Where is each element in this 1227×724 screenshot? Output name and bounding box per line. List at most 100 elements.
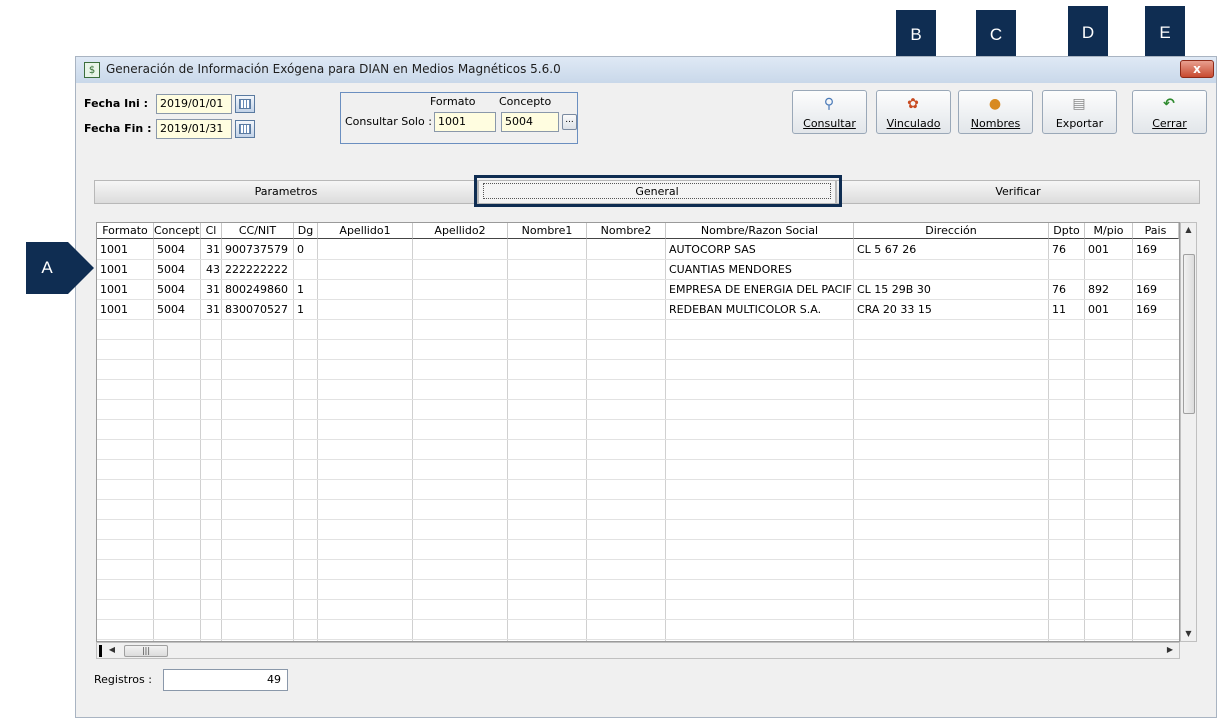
grid-row-line [97, 579, 1179, 580]
cerrar-label: Cerrar [1152, 117, 1187, 130]
grid-row-line [97, 479, 1179, 480]
column-header[interactable]: Formato [97, 223, 154, 239]
concepto-header: Concepto [499, 95, 552, 108]
fecha-fin-label: Fecha Fin : [84, 122, 152, 135]
table-cell [416, 301, 506, 319]
table-cell [590, 241, 664, 259]
grid-row-line [97, 499, 1179, 500]
table-cell [416, 281, 506, 299]
callout-e: E [1145, 6, 1185, 60]
table-cell: 11 [1052, 303, 1066, 316]
callout-b: B [896, 10, 936, 60]
column-header[interactable]: Pais [1133, 223, 1179, 239]
column-header[interactable]: Apellido2 [413, 223, 508, 239]
horizontal-scroll-thumb[interactable]: ||| [124, 645, 168, 657]
column-header[interactable]: Concepto [154, 223, 201, 239]
exportar-label: Exportar [1055, 117, 1104, 130]
scroll-up-icon[interactable]: ▲ [1181, 223, 1196, 237]
column-header[interactable]: Nombre2 [587, 223, 666, 239]
app-icon: $ [84, 62, 100, 78]
table-cell: 169 [1136, 283, 1157, 296]
grid-row-line [97, 459, 1179, 460]
table-row[interactable]: 1001 5004 31 900737579 0 AUTOCORP SAS CL 5 67 … [97, 240, 1179, 260]
consultar-solo-label: Consultar Solo : [345, 115, 432, 128]
window-title: Generación de Información Exógena para D… [106, 62, 561, 76]
column-header[interactable]: Dg [294, 223, 318, 239]
table-cell: 5004 [157, 263, 185, 276]
exportar-button[interactable]: ▤ Exportar [1042, 90, 1117, 134]
table-cell: REDEBAN MULTICOLOR S.A. [669, 303, 822, 316]
column-header[interactable]: Nombre1 [508, 223, 587, 239]
table-cell: 0 [297, 243, 304, 256]
table-row[interactable]: 1001 5004 31 800249860 1 EMPRESA DE ENERGIA D… [97, 280, 1179, 300]
grid-row-line [97, 359, 1179, 360]
column-header[interactable]: Apellido1 [318, 223, 413, 239]
fecha-ini-calendar-icon[interactable] [235, 95, 255, 113]
table-cell: 800249860 [225, 283, 288, 296]
callout-a-pointer [68, 242, 94, 294]
tab-parametros[interactable]: Parametros [94, 180, 478, 204]
grid-row-line [97, 519, 1179, 520]
fecha-fin-calendar-icon[interactable] [235, 120, 255, 138]
grid-row-line [97, 439, 1179, 440]
grid-row-line [97, 399, 1179, 400]
grid-row-line [97, 539, 1179, 540]
vertical-scrollbar[interactable]: ▲ ▼ [1180, 222, 1197, 642]
scroll-down-icon[interactable]: ▼ [1181, 627, 1196, 641]
export-printer-icon: ▤ [1072, 96, 1086, 112]
concepto-input[interactable]: 5004 [501, 112, 559, 132]
table-cell: CL 15 29B 30 [857, 283, 931, 296]
callout-c: C [976, 10, 1016, 60]
table-cell [511, 281, 585, 299]
window-close-button[interactable]: x [1180, 60, 1214, 78]
nombres-label: Nombres [970, 117, 1021, 130]
concepto-lookup-button[interactable]: ... [562, 114, 577, 130]
table-cell [297, 261, 316, 279]
fecha-ini-input[interactable]: 2019/01/01 [156, 94, 232, 114]
vertical-scroll-thumb[interactable] [1183, 254, 1195, 414]
table-cell: CUANTIAS MENDORES [669, 263, 792, 276]
table-cell: 001 [1088, 303, 1109, 316]
vinculado-label: Vinculado [886, 117, 941, 130]
table-cell: 43 [206, 263, 220, 276]
registros-label: Registros : [94, 673, 152, 686]
table-cell: CL 5 67 26 [857, 243, 917, 256]
table-cell: 31 [206, 283, 220, 296]
scroll-right-icon[interactable]: ▶ [1163, 643, 1177, 658]
column-header[interactable]: Cl [201, 223, 222, 239]
formato-header: Formato [430, 95, 476, 108]
grid-row-line [97, 619, 1179, 620]
table-cell [511, 261, 585, 279]
vinculado-button[interactable]: ✿ Vinculado [876, 90, 951, 134]
nombres-button[interactable]: ● Nombres [958, 90, 1033, 134]
formato-input[interactable]: 1001 [434, 112, 496, 132]
scroll-left-icon[interactable]: ◀ [105, 643, 119, 658]
table-row[interactable]: 1001 5004 31 830070527 1 REDEBAN MULTICOLOR S… [97, 300, 1179, 320]
table-cell: 830070527 [225, 303, 288, 316]
grid-row-line [97, 559, 1179, 560]
column-header[interactable]: M/pio [1085, 223, 1133, 239]
column-header[interactable]: Dpto [1049, 223, 1085, 239]
records-grid[interactable]: FormatoConceptoClCC/NITDgApellido1Apelli… [96, 222, 1180, 642]
horizontal-scrollbar[interactable]: ◀ ||| ▶ [96, 642, 1180, 659]
table-cell: 31 [206, 303, 220, 316]
cerrar-button[interactable]: ↶ Cerrar [1132, 90, 1207, 134]
consultar-button[interactable]: ⚲ Consultar [792, 90, 867, 134]
table-cell [321, 301, 411, 319]
table-cell: 1001 [100, 283, 128, 296]
table-cell: CRA 20 33 15 [857, 303, 932, 316]
undo-arrow-icon: ↶ [1163, 96, 1175, 112]
callout-d: D [1068, 6, 1108, 60]
table-cell: 31 [206, 243, 220, 256]
table-row[interactable]: 1001 5004 43 222222222 CUANTIAS MENDORES [97, 260, 1179, 280]
column-header[interactable]: Dirección [854, 223, 1049, 239]
fecha-fin-input[interactable]: 2019/01/31 [156, 119, 232, 139]
table-cell: 1001 [100, 243, 128, 256]
column-header[interactable]: CC/NIT [222, 223, 294, 239]
table-cell: 001 [1088, 243, 1109, 256]
tab-verificar[interactable]: Verificar [836, 180, 1200, 204]
consultar-label: Consultar [803, 117, 856, 130]
column-header[interactable]: Nombre/Razon Social [666, 223, 854, 239]
grid-row-line [97, 339, 1179, 340]
grid-row-line [97, 599, 1179, 600]
